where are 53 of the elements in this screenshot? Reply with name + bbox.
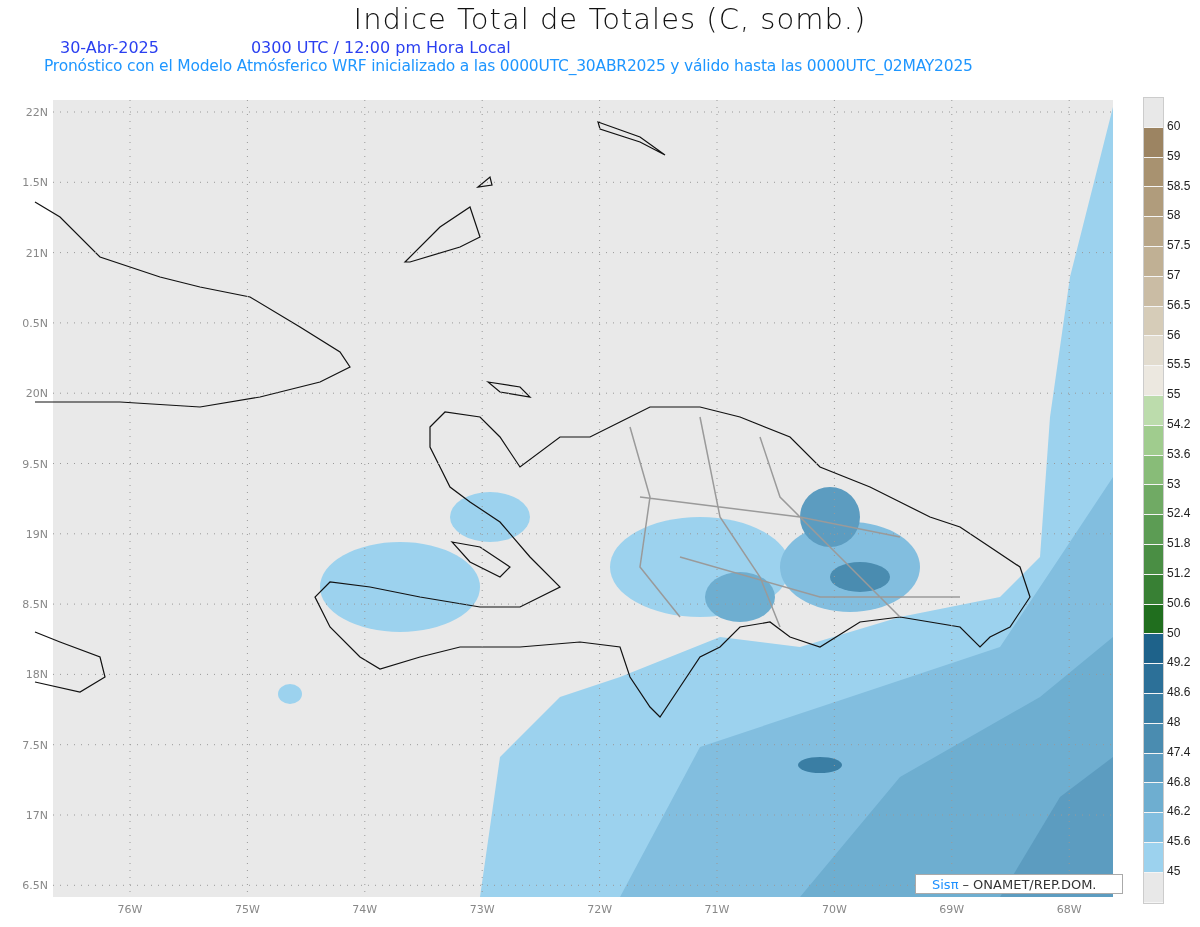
latitude-label: 6.5N [22,879,48,893]
colorbar-label: 56 [1167,327,1182,344]
longitude-label: 68W [1056,903,1082,916]
latitude-label: 9.5N [22,457,48,471]
latitude-label: 7.5N [22,738,48,752]
colorbar-label: 60 [1167,119,1182,135]
colorbar-label: 47.4 [1167,744,1191,761]
colorbar-label: 49.2 [1167,655,1191,672]
latitude-label: 21N [25,246,48,260]
colorbar-label: 48.6 [1167,685,1191,702]
latitude-label: 17N [25,809,48,822]
logo-text: Sisπ [932,876,959,892]
colorbar-label: 53.6 [1167,446,1191,463]
colorbar-label: 58.5 [1167,178,1191,195]
latitude-label: 8.5N [22,598,48,612]
longitude-label: 75W [234,903,260,916]
colorbar-label: 50 [1167,625,1182,642]
latitude-label: 20N [25,387,48,401]
colorbar-label: 59 [1167,148,1182,165]
forecast-date: 30-Abr-2025 [60,38,159,57]
colorbar-label: 57 [1167,268,1182,284]
longitude-label: 73W [469,903,495,916]
colorbar-label: 51.8 [1167,536,1191,553]
longitude-label: 71W [704,903,730,916]
longitude-label: 69W [939,903,965,916]
longitude-label: 76W [117,903,143,916]
colorbar-label: 53 [1167,476,1182,493]
colorbar-label: 45.6 [1167,834,1191,851]
colorbar-label: 57.5 [1167,238,1191,255]
colorbar-label: 58 [1167,208,1182,225]
colorbar-label: 55 [1167,387,1182,404]
chart-title: Indice Total de Totales (C, somb.) [352,2,868,36]
forecast-time: 0300 UTC / 12:00 pm Hora Local [250,38,511,57]
colorbar-label: 56.5 [1167,297,1191,314]
latitude-label: 22N [25,106,48,119]
latitude-label: 0.5N [22,316,48,330]
colorbar-label: 50.6 [1167,595,1191,612]
latitude-label: 19N [25,527,48,541]
longitude-label: 74W [352,903,378,916]
colorbar-label: 46.8 [1167,774,1191,791]
colorbar-label: 46.2 [1167,804,1191,821]
longitude-label: 70W [821,903,847,916]
colorbar-label: 52.4 [1167,506,1191,523]
latitude-label: 18N [25,668,48,682]
credit-text: – ONAMET/REP.DOM. [962,876,1097,892]
colorbar-label: 45 [1167,863,1182,880]
forecast-description: Pronóstico con el Modelo Atmósferico WRF inicializado a las 0000UTC_30ABR2025 y válido hasta las 0000UTC_02MAY2025 [43,57,974,75]
colorbar-label: 54.2 [1167,416,1191,433]
colorbar-label: 55.5 [1167,357,1191,374]
longitude-label: 72W [587,903,613,916]
latitude-label: 1.5N [22,176,48,190]
colorbar-label: 48 [1167,714,1182,731]
colorbar-label: 51.2 [1167,565,1191,582]
